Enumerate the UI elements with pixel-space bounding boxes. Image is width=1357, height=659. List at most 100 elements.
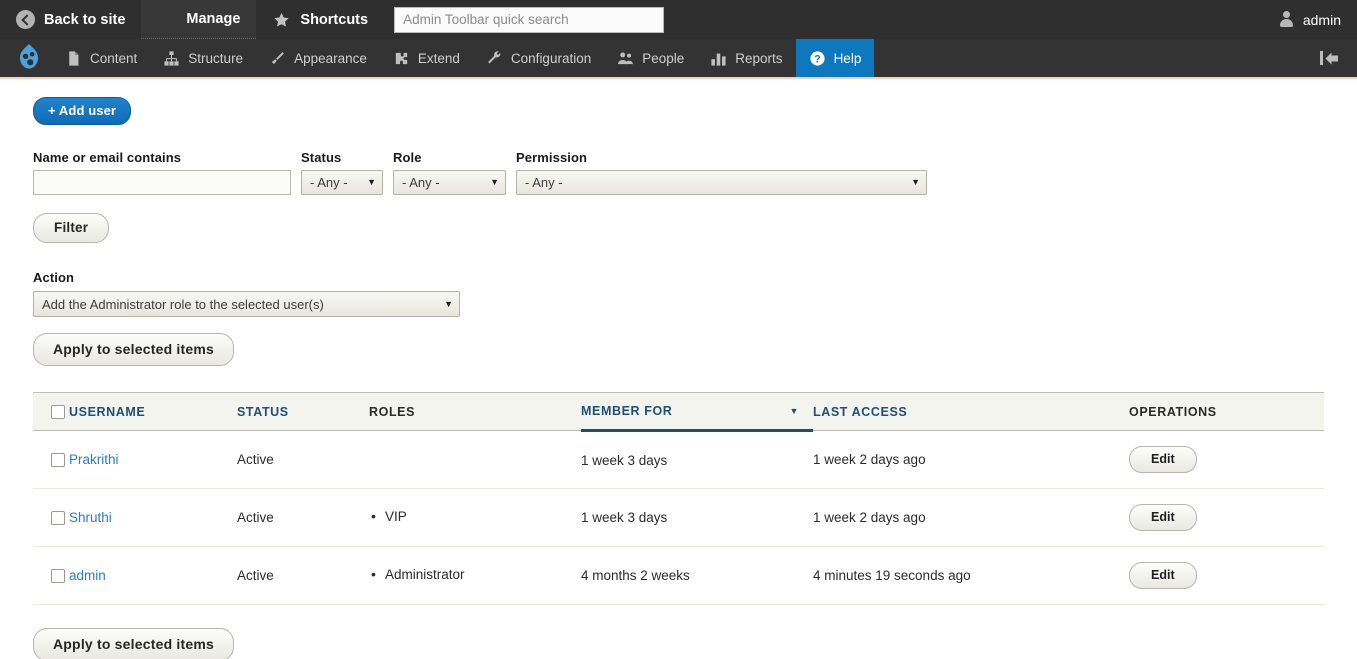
user-avatar-icon [1279,11,1294,28]
manage-tab[interactable]: Manage [141,0,257,39]
shortcuts-tab[interactable]: Shortcuts [256,0,384,39]
chevron-down-icon: ▼ [444,298,453,309]
drupal-logo-link[interactable] [0,39,52,77]
header-roles: ROLES [369,392,581,431]
filter-permission-value: - Any - [525,175,563,190]
table-row: admin Active Administrator 4 months 2 we… [33,546,1324,605]
menu-item-configuration[interactable]: Configuration [473,39,604,77]
shortcuts-label: Shortcuts [300,11,369,28]
filter-permission-label: Permission [516,150,588,165]
page-content: + Add user Name or email contains Status… [0,79,1357,659]
header-operations: OPERATIONS [1129,392,1324,431]
header-roles-label: ROLES [369,404,416,419]
admin-menu-bar: Content Structure Appearance Extend Conf… [0,39,1357,79]
filter-name-label: Name or email contains [33,150,182,165]
filter-role-select[interactable]: - Any - ▼ [393,170,506,195]
menu-label-people: People [642,50,685,66]
admin-search-input[interactable] [394,6,665,33]
menu-item-help[interactable]: ? Help [795,39,875,77]
menu-item-extend[interactable]: Extend [380,39,473,77]
action-value: Add the Administrator role to the select… [42,296,324,312]
row-checkbox[interactable] [51,511,65,526]
user-filters: Name or email contains Status - Any - ▼ … [33,150,1357,195]
wrench-icon [486,50,503,67]
brush-icon [269,50,286,67]
username-link[interactable]: Shruthi [69,510,112,525]
question-circle-icon: ? [809,50,826,67]
row-operations-cell: Edit [1129,488,1324,547]
username-link[interactable]: admin [69,568,106,583]
row-checkbox[interactable] [51,453,65,468]
menu-label-configuration: Configuration [510,50,592,66]
edit-button[interactable]: Edit [1129,504,1197,531]
roles-list: VIP [369,507,581,527]
menu-item-people[interactable]: People [604,39,697,77]
toolbar-orientation-toggle[interactable] [1310,39,1357,77]
select-all-header [33,392,69,431]
sort-descending-icon: ▼ [789,406,799,416]
filter-status-label: Status [301,150,342,165]
row-roles-cell: Administrator [369,546,581,605]
filter-name-group: Name or email contains [33,150,291,195]
filter-button[interactable]: Filter [33,213,110,243]
menu-label-help: Help [833,50,862,66]
role-item: Administrator [369,565,581,585]
hamburger-icon [157,11,177,27]
header-last-access-label: LAST ACCESS [813,404,908,419]
user-account-menu[interactable]: admin [1263,0,1357,39]
filter-name-input[interactable] [33,170,291,195]
action-label: Action [33,270,75,285]
header-member-for-label: MEMBER FOR [581,404,673,418]
add-user-button[interactable]: + Add user [33,97,132,125]
user-account-label: admin [1302,11,1341,28]
header-last-access[interactable]: LAST ACCESS [813,392,1129,431]
row-last-access-cell: 4 minutes 19 seconds ago [813,546,1129,605]
roles-list: Administrator [369,565,581,585]
header-operations-label: OPERATIONS [1129,404,1217,419]
table-header-row: USERNAME STATUS ROLES MEMBER FOR ▼ LAST … [33,392,1324,432]
row-status-cell: Active [237,546,369,605]
apply-to-selected-items-button-bottom[interactable]: Apply to selected items [33,628,234,659]
filter-permission-select[interactable]: - Any - ▼ [516,170,927,195]
row-select-cell [33,488,69,547]
row-status-cell: Active [237,488,369,547]
svg-text:?: ? [814,53,820,65]
manage-label: Manage [186,11,241,27]
apply-to-selected-items-button-top[interactable]: Apply to selected items [33,333,234,366]
drupal-droplet-icon [16,43,42,73]
row-status-cell: Active [237,430,369,489]
table-row: Prakrithi Active 1 week 3 days 1 week 2 … [33,430,1324,489]
row-username-cell: Shruthi [69,488,237,547]
action-select[interactable]: Add the Administrator role to the select… [33,291,460,317]
header-status-label: STATUS [237,404,289,419]
back-to-site-button[interactable]: Back to site [0,0,141,39]
select-all-checkbox[interactable] [51,404,65,419]
edit-button[interactable]: Edit [1129,562,1197,589]
header-member-for[interactable]: MEMBER FOR ▼ [581,392,813,432]
collapse-left-icon [1319,51,1340,65]
filter-role-label: Role [393,150,422,165]
star-icon [272,11,291,29]
back-arrow-icon [16,10,35,29]
users-table: USERNAME STATUS ROLES MEMBER FOR ▼ LAST … [33,392,1324,605]
filter-status-select[interactable]: - Any - ▼ [301,170,383,195]
admin-toolbar: Back to site Manage Shortcuts admin [0,0,1357,39]
row-checkbox[interactable] [51,569,65,584]
header-username[interactable]: USERNAME [69,392,237,431]
menu-item-content[interactable]: Content [52,39,150,77]
menu-item-appearance[interactable]: Appearance [256,39,380,77]
row-operations-cell: Edit [1129,430,1324,489]
username-link[interactable]: Prakrithi [69,452,119,467]
row-roles-cell [369,430,581,489]
row-select-cell [33,546,69,605]
header-status[interactable]: STATUS [237,392,369,431]
edit-button[interactable]: Edit [1129,446,1197,473]
menu-item-structure[interactable]: Structure [150,39,256,77]
bulk-action-block: Action Add the Administrator role to the… [33,270,1357,366]
people-icon [617,50,634,67]
row-username-cell: Prakrithi [69,430,237,489]
menu-label-structure: Structure [188,50,244,66]
row-select-cell [33,430,69,489]
file-icon [65,50,82,67]
menu-item-reports[interactable]: Reports [697,39,795,77]
